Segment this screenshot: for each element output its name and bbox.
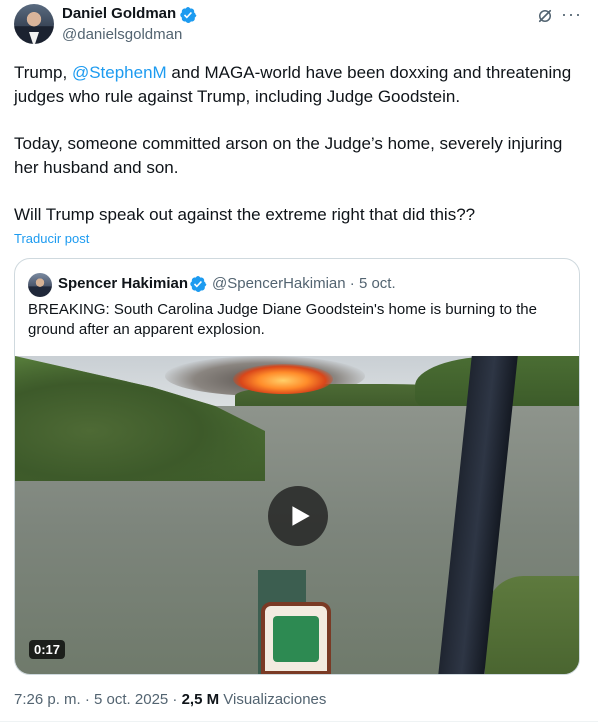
quoted-author-avatar[interactable]: [28, 273, 52, 297]
views-label: Visualizaciones: [219, 691, 327, 708]
post-line1-prefix: Trump,: [14, 63, 72, 82]
avatar-collar: [29, 32, 39, 44]
translate-post-link[interactable]: Traducir post: [14, 231, 89, 246]
video-sign: [261, 602, 331, 674]
video-duration: 0:17: [29, 640, 66, 659]
post-paragraph-1: Trump, @StephenM and MAGA-world have bee…: [14, 61, 584, 109]
video-grass: [485, 576, 579, 674]
grok-icon[interactable]: [536, 7, 554, 25]
mention-link[interactable]: @StephenM: [72, 63, 167, 82]
views-count: 2,5 M: [181, 691, 220, 708]
post-paragraph-3: Will Trump speak out against the extreme…: [14, 205, 476, 224]
video-fire: [233, 364, 333, 394]
quoted-author-name[interactable]: Spencer Hakimian: [58, 275, 188, 292]
author-avatar[interactable]: [14, 4, 54, 44]
post-timestamp[interactable]: 7:26 p. m. · 5 oct. 2025 ·: [14, 691, 182, 708]
post: Daniel Goldman @danielsgoldman ··· Trump…: [0, 0, 598, 723]
post-text: Trump, @StephenM and MAGA-world have bee…: [14, 61, 584, 250]
author-name[interactable]: Daniel Goldman: [62, 5, 176, 22]
quoted-post[interactable]: Spencer Hakimian @SpencerHakimian · 5 oc…: [14, 258, 580, 675]
play-button[interactable]: [268, 486, 328, 546]
quoted-author-handle-time[interactable]: @SpencerHakimian · 5 oct.: [212, 275, 396, 292]
post-paragraph-2: Today, someone committed arson on the Ju…: [14, 134, 563, 177]
play-icon: [292, 506, 310, 526]
more-options-icon[interactable]: ···: [561, 4, 582, 25]
author-handle[interactable]: @danielsgoldman: [62, 26, 182, 43]
video-player[interactable]: 0:17: [15, 356, 579, 674]
quoted-post-text: BREAKING: South Carolina Judge Diane Goo…: [28, 301, 537, 338]
verified-badge-icon: [190, 275, 207, 293]
divider: [0, 721, 598, 722]
video-sign-panel: [273, 616, 319, 662]
verified-badge-icon: [180, 6, 197, 24]
post-meta: 7:26 p. m. · 5 oct. 2025 · 2,5 M Visuali…: [14, 691, 326, 708]
